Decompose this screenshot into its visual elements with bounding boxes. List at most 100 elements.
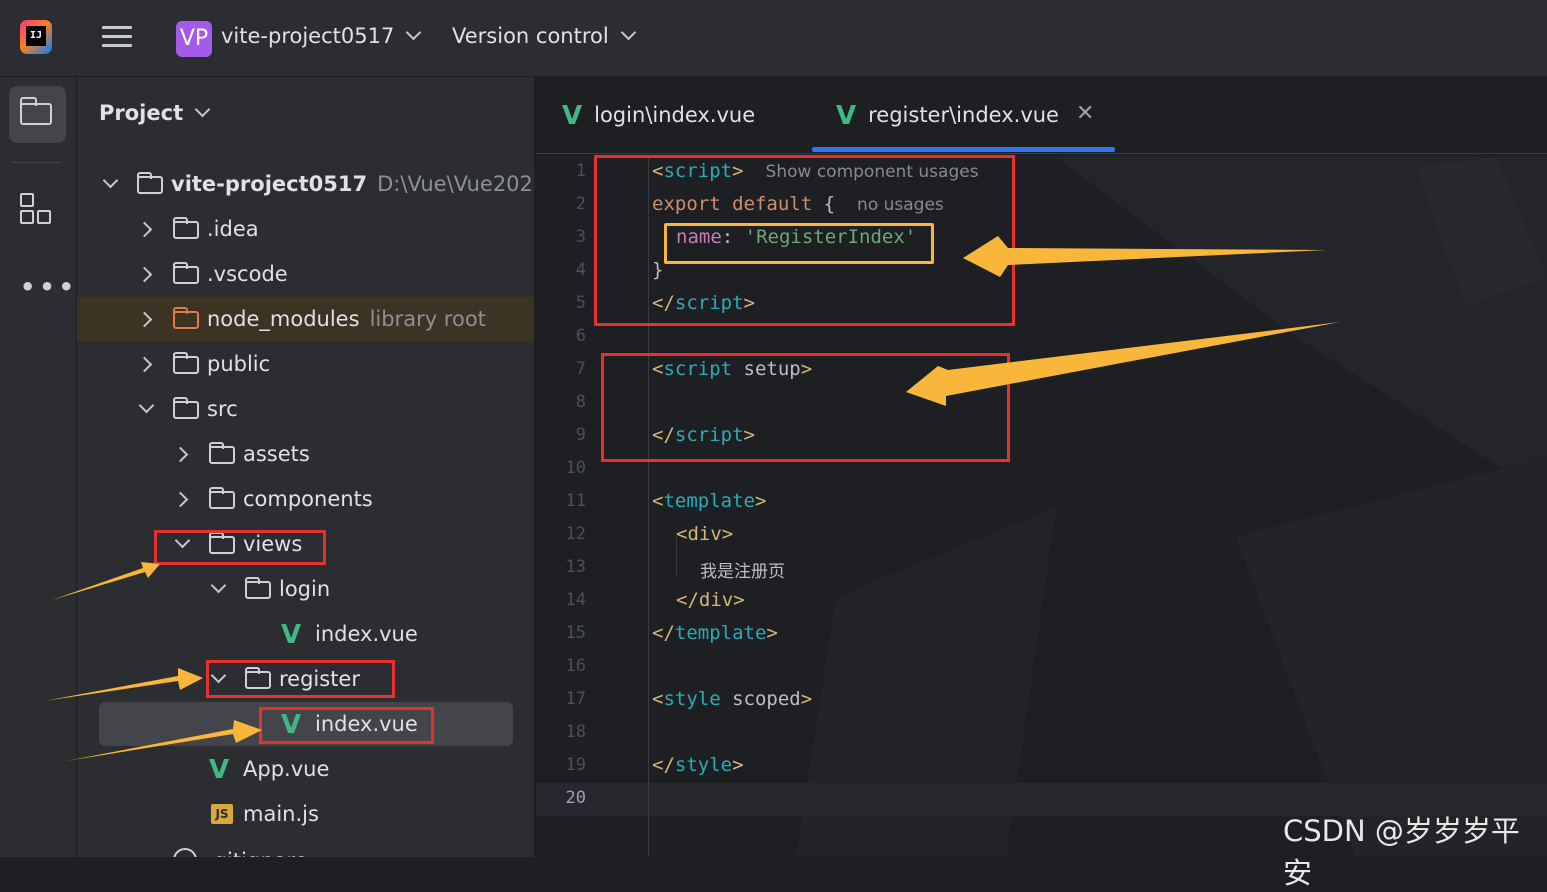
chevron-right-icon[interactable] (136, 356, 153, 373)
line-number: 12 (565, 524, 586, 544)
folder-icon (209, 442, 235, 464)
tab-register-index[interactable]: Vregister\index.vue (836, 99, 1059, 131)
tool-window-strip: ••• (0, 77, 77, 857)
line-number: 10 (565, 458, 586, 478)
tree-item-label: node_modules (207, 307, 360, 331)
tree-item-label: .gitignore (207, 839, 308, 857)
tree-item-components[interactable]: components (77, 477, 534, 521)
tree-item-gitignore[interactable]: .gitignore (77, 839, 534, 857)
tree-item-label: assets (243, 442, 310, 466)
code-token: </ (652, 622, 675, 644)
line-number: 1 (575, 161, 586, 181)
code-token: > (766, 622, 778, 644)
chevron-down-icon (406, 24, 422, 41)
chevron-down-icon[interactable] (210, 577, 227, 594)
folder-icon (173, 217, 199, 239)
title-bar: IJ VP vite-project0517 Version control (0, 0, 1547, 77)
chevron-down-icon (194, 101, 211, 118)
tab-label: login\index.vue (594, 103, 756, 127)
close-tab-icon[interactable]: ✕ (1076, 101, 1094, 126)
tree-item-label: src (207, 397, 238, 421)
chevron-down-icon (620, 24, 636, 41)
more-icon[interactable]: ••• (20, 273, 78, 301)
chevron-right-icon[interactable] (172, 491, 189, 508)
tree-item-root[interactable]: vite-project0517 D:\Vue\Vue2025S (77, 162, 534, 206)
setup-script-highlight-box (601, 353, 1010, 462)
tree-item-assets[interactable]: assets (77, 432, 534, 476)
code-line[interactable]: </style> (652, 754, 744, 776)
tree-item-label: index.vue (315, 622, 418, 646)
chevron-right-icon[interactable] (172, 446, 189, 463)
line-number: 14 (565, 590, 586, 610)
tree-item-src[interactable]: src (77, 387, 534, 431)
tree-item-login-index[interactable]: V index.vue (77, 612, 534, 656)
vue-file-icon: V (281, 620, 302, 650)
line-number: 8 (575, 392, 586, 412)
register-folder-highlight-box (206, 660, 395, 698)
code-token: style (674, 754, 733, 776)
code-line[interactable]: </template> (652, 622, 778, 644)
tree-item-label: .idea (207, 217, 259, 241)
code-line[interactable]: 我是注册页 (700, 557, 785, 582)
tree-item-idea[interactable]: .idea (77, 207, 534, 251)
tree-item-label: components (243, 487, 373, 511)
tree-item-label: main.js (243, 802, 319, 826)
tree-item-main-js[interactable]: JS main.js (77, 792, 534, 836)
line-number: 4 (575, 260, 586, 280)
main-menu-icon[interactable] (102, 26, 132, 48)
excluded-folder-icon (173, 307, 199, 329)
active-tab-indicator (812, 147, 1115, 152)
ignore-file-icon (173, 848, 197, 857)
library-root-note: library root (369, 307, 486, 331)
chevron-right-icon[interactable] (136, 311, 153, 328)
code-token: < (652, 688, 664, 710)
ide-logo-icon[interactable]: IJ (20, 20, 52, 54)
code-line[interactable]: <style scoped> (652, 688, 812, 710)
line-number: 11 (565, 491, 586, 511)
line-number: 7 (575, 359, 586, 379)
js-file-icon: JS (211, 804, 233, 824)
tree-item-app-vue[interactable]: V App.vue (77, 747, 534, 791)
vue-file-icon: V (836, 101, 857, 131)
line-number: 17 (565, 689, 586, 709)
project-panel-header[interactable]: Project (99, 101, 211, 125)
chevron-down-icon[interactable] (102, 172, 119, 189)
vue-file-icon: V (209, 755, 230, 785)
line-number: 18 (565, 722, 586, 742)
line-number: 13 (565, 557, 586, 577)
tree-item-node-modules[interactable]: node_modules library root (77, 297, 534, 341)
folder-icon (209, 487, 235, 509)
line-number: 20 (565, 788, 586, 808)
line-number: 2 (575, 194, 586, 214)
code-token: scoped (720, 688, 801, 710)
divider (12, 162, 62, 163)
project-tool-button[interactable] (9, 86, 66, 143)
line-number: 3 (575, 227, 586, 247)
tree-item-label: App.vue (243, 757, 330, 781)
line-number: 19 (565, 755, 586, 775)
line-number: 5 (575, 293, 586, 313)
chevron-down-icon[interactable] (138, 397, 155, 414)
line-number: 16 (565, 656, 586, 676)
version-control-label: Version control (452, 24, 609, 48)
csdn-watermark: CSDN @岁岁岁平安 (1283, 814, 1520, 890)
project-badge[interactable]: VP (176, 21, 212, 57)
code-token: > (732, 754, 744, 776)
code-line[interactable]: <template> (652, 490, 766, 512)
folder-icon (19, 97, 52, 125)
code-line[interactable]: <div> (676, 523, 733, 545)
version-control-menu[interactable]: Version control (452, 24, 636, 48)
chevron-right-icon[interactable] (136, 221, 153, 238)
structure-icon[interactable] (20, 193, 54, 227)
tree-item-public[interactable]: public (77, 342, 534, 386)
code-line[interactable]: </div> (676, 589, 745, 611)
tab-login-index[interactable]: Vlogin\index.vue (562, 99, 756, 131)
tree-item-label: login (279, 577, 331, 601)
tree-item-login[interactable]: login (77, 567, 534, 611)
project-switcher[interactable]: vite-project0517 (221, 24, 422, 48)
chevron-right-icon[interactable] (136, 266, 153, 283)
tree-item-vscode[interactable]: .vscode (77, 252, 534, 296)
module-folder-icon (137, 172, 163, 194)
editor-tab-bar: Vlogin\index.vue Vregister\index.vue ✕ (536, 77, 1547, 154)
folder-icon (245, 577, 271, 599)
